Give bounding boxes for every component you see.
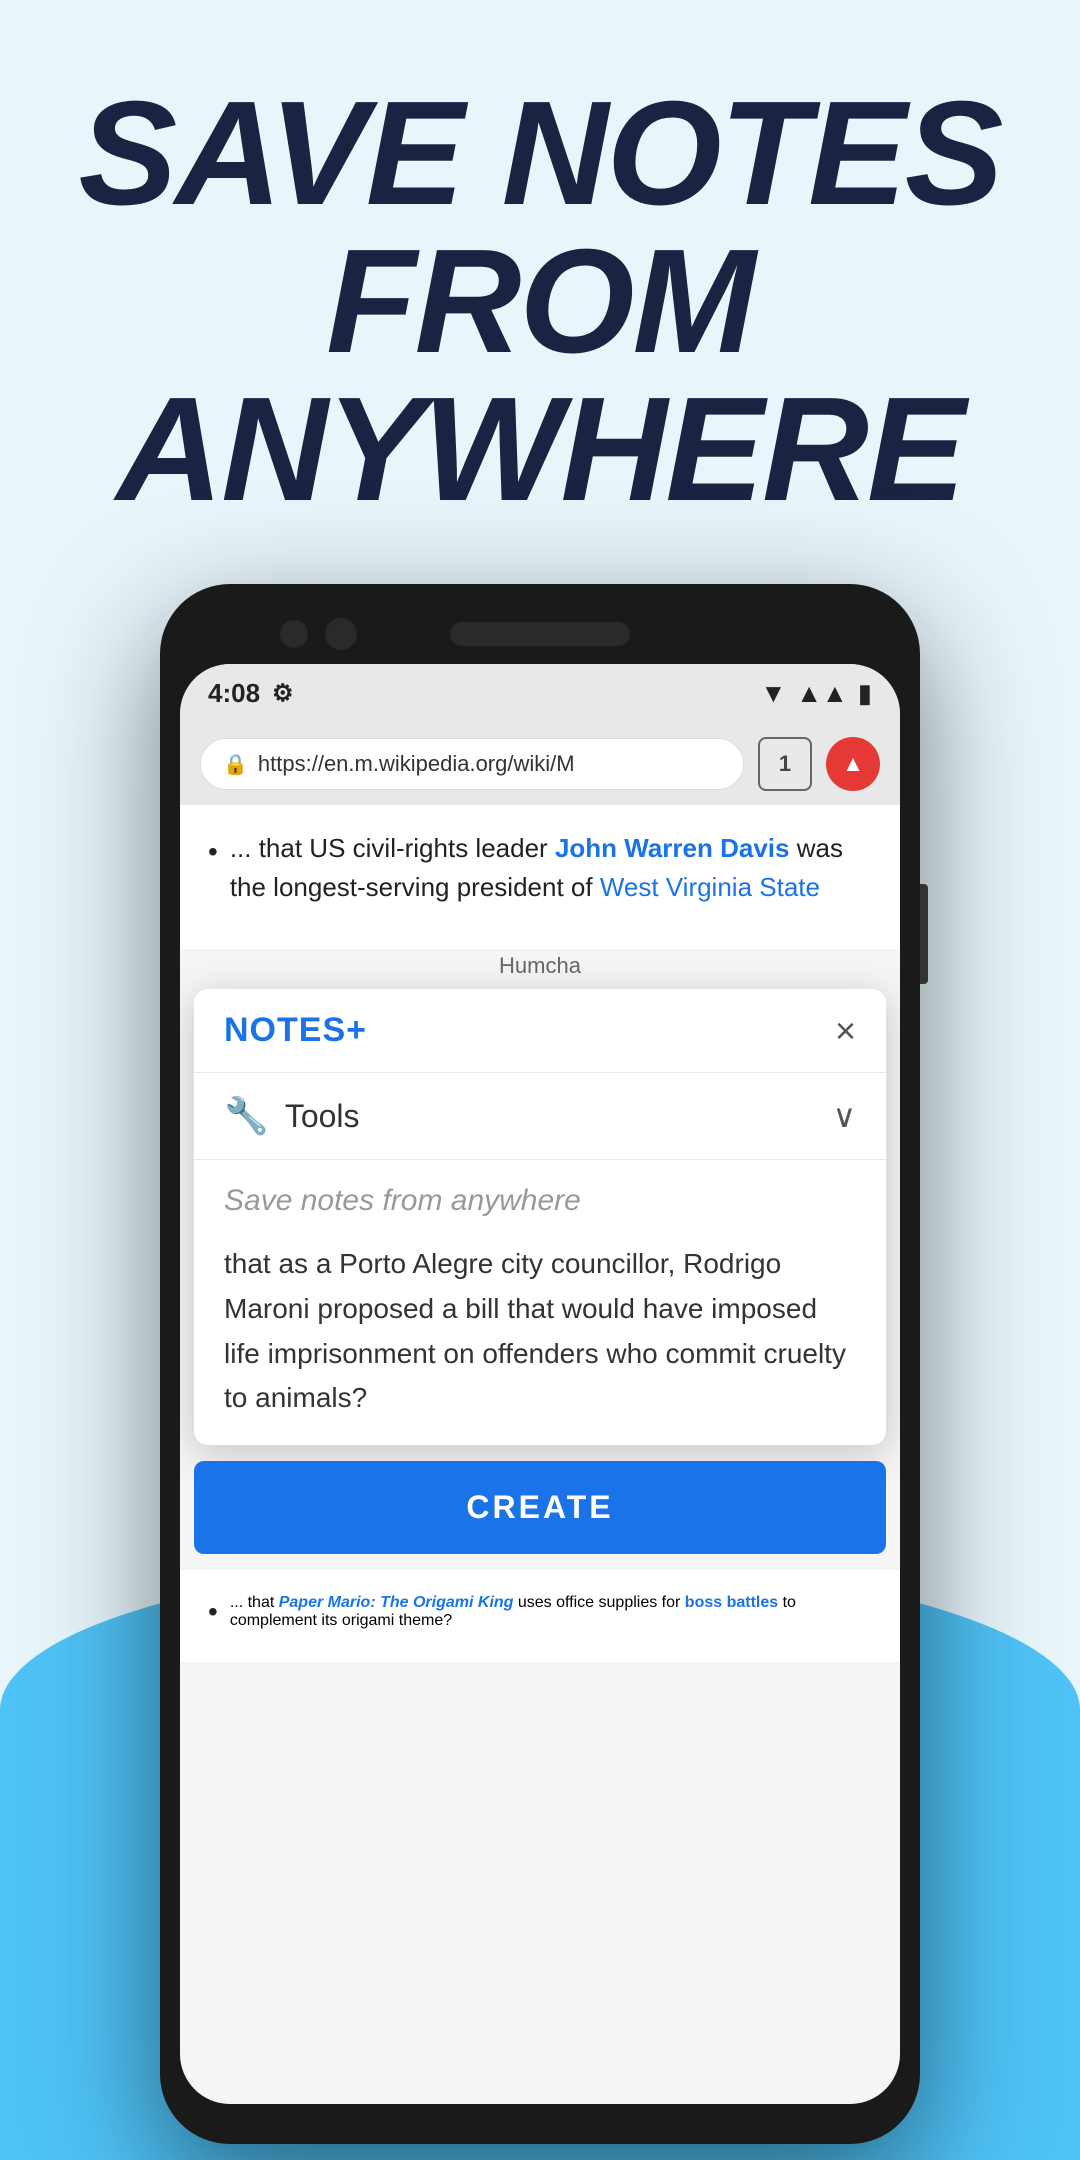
wiki-link-davis[interactable]: John Warren Davis (555, 833, 790, 863)
wiki-link-wvstate[interactable]: West Virginia State (600, 872, 820, 902)
phone-camera-right (325, 618, 357, 650)
url-text: https://en.m.wikipedia.org/wiki/M (258, 751, 575, 777)
upload-icon: ▲ (842, 751, 864, 777)
notes-popup: NOTES+ × 🔧 Tools ∨ Save notes from anywh… (194, 989, 886, 1445)
tooltip-humcha: Humcha (180, 949, 900, 989)
notes-popup-body: Save notes from anywhere that as a Porto… (194, 1160, 886, 1445)
tools-left: 🔧 Tools (224, 1095, 360, 1137)
wrench-icon: 🔧 (224, 1095, 269, 1137)
headline: SAVE NOTES FROM ANYWHERE (0, 80, 1080, 524)
wiki-link-papermario[interactable]: Paper Mario: The Origami King (279, 1594, 514, 1611)
tools-label: Tools (285, 1098, 360, 1135)
notes-body-text: that as a Porto Alegre city councillor, … (224, 1242, 856, 1421)
close-icon[interactable]: × (835, 1013, 856, 1049)
battery-icon: ▮ (858, 678, 872, 709)
status-bar: 4:08 ⚙ ▼ ▲▲ ▮ (180, 664, 900, 723)
status-bar-right: ▼ ▲▲ ▮ (760, 678, 872, 709)
status-time: 4:08 (208, 678, 260, 709)
upload-button[interactable]: ▲ (826, 737, 880, 791)
lock-icon: 🔒 (223, 752, 248, 777)
create-button[interactable]: CREATE (194, 1461, 886, 1554)
notes-plus-title: NOTES+ (224, 1011, 367, 1050)
headline-line1: SAVE NOTES (60, 80, 1020, 228)
tab-count: 1 (779, 751, 791, 777)
signal-icon: ▲▲ (796, 678, 847, 709)
bottom-wiki: • ... that Paper Mario: The Origami King… (180, 1570, 900, 1662)
webpage-content-top: • ... that US civil-rights leader John W… (180, 805, 900, 949)
phone-top-bar (180, 604, 900, 664)
tab-button[interactable]: 1 (758, 737, 812, 791)
notes-placeholder-text: Save notes from anywhere (224, 1184, 856, 1218)
phone-speaker (450, 622, 630, 646)
url-bar[interactable]: 🔒 https://en.m.wikipedia.org/wiki/M (200, 738, 744, 790)
bottom-wiki-item: • ... that Paper Mario: The Origami King… (208, 1594, 872, 1630)
headline-line2: FROM ANYWHERE (60, 228, 1020, 524)
tooltip-text: Humcha (499, 953, 581, 978)
phone-camera-left (280, 620, 308, 648)
phone-frame: 4:08 ⚙ ▼ ▲▲ ▮ 🔒 https://en.m.wikipedia.o… (160, 584, 920, 2144)
phone-side-button (920, 884, 928, 984)
bottom-wiki-text: ... that Paper Mario: The Origami King u… (230, 1594, 872, 1630)
wiki-link-bossbattles[interactable]: boss battles (685, 1594, 778, 1611)
status-bar-left: 4:08 ⚙ (208, 678, 294, 709)
chevron-down-icon[interactable]: ∨ (833, 1097, 856, 1135)
notes-popup-header: NOTES+ × (194, 989, 886, 1073)
bullet-1: • (208, 831, 218, 873)
phone-screen: 4:08 ⚙ ▼ ▲▲ ▮ 🔒 https://en.m.wikipedia.o… (180, 664, 900, 2104)
notes-popup-tools: 🔧 Tools ∨ (194, 1073, 886, 1160)
create-button-label: CREATE (466, 1489, 613, 1525)
wiki-item-1: • ... that US civil-rights leader John W… (208, 829, 872, 907)
browser-bar: 🔒 https://en.m.wikipedia.org/wiki/M 1 ▲ (180, 723, 900, 805)
wiki-text-1: ... that US civil-rights leader John War… (230, 829, 872, 907)
wifi-icon: ▼ (760, 678, 786, 709)
page-wrapper: SAVE NOTES FROM ANYWHERE 4:08 ⚙ ▼ ▲▲ (0, 0, 1080, 2144)
gear-icon: ⚙ (272, 679, 294, 708)
bullet-bottom: • (208, 1596, 218, 1628)
